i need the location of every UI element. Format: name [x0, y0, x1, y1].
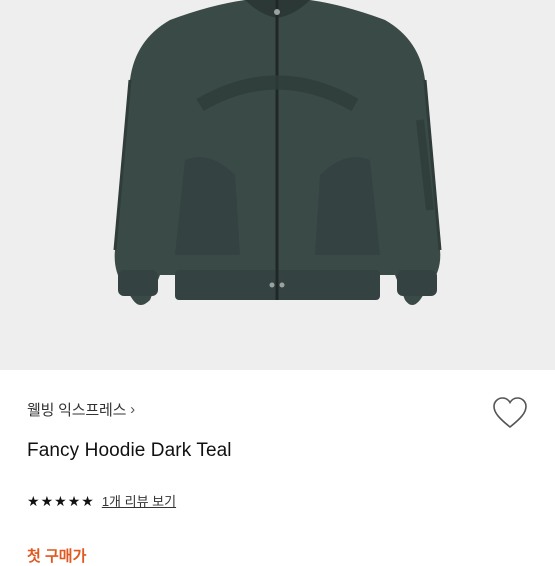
rating-row: ★ ★ ★ ★ ★ 1개 리뷰 보기	[27, 491, 176, 510]
star-icon: ★	[40, 492, 54, 509]
review-link[interactable]: 1개 리뷰 보기	[102, 491, 176, 510]
brand-name: 웰빙 익스프레스	[27, 402, 127, 419]
first-purchase-label: 첫 구매가	[27, 548, 87, 565]
brand-link[interactable]: 웰빙 익스프레스 ›	[27, 399, 135, 420]
star-icon: ★	[67, 492, 81, 509]
star-icon: ★	[27, 492, 40, 509]
product-image[interactable]	[0, 0, 555, 370]
star-rating: ★ ★ ★ ★ ★	[27, 494, 94, 508]
chevron-right-icon: ›	[130, 401, 135, 418]
hoodie-illustration	[113, 0, 442, 305]
product-title: Fancy Hoodie Dark Teal	[27, 440, 232, 461]
product-info: 웰빙 익스프레스 › Fancy Hoodie Dark Teal ★ ★ ★ …	[0, 370, 555, 565]
star-icon: ★	[54, 492, 67, 509]
star-icon: ★	[81, 492, 94, 509]
wishlist-heart-icon[interactable]	[492, 396, 528, 430]
